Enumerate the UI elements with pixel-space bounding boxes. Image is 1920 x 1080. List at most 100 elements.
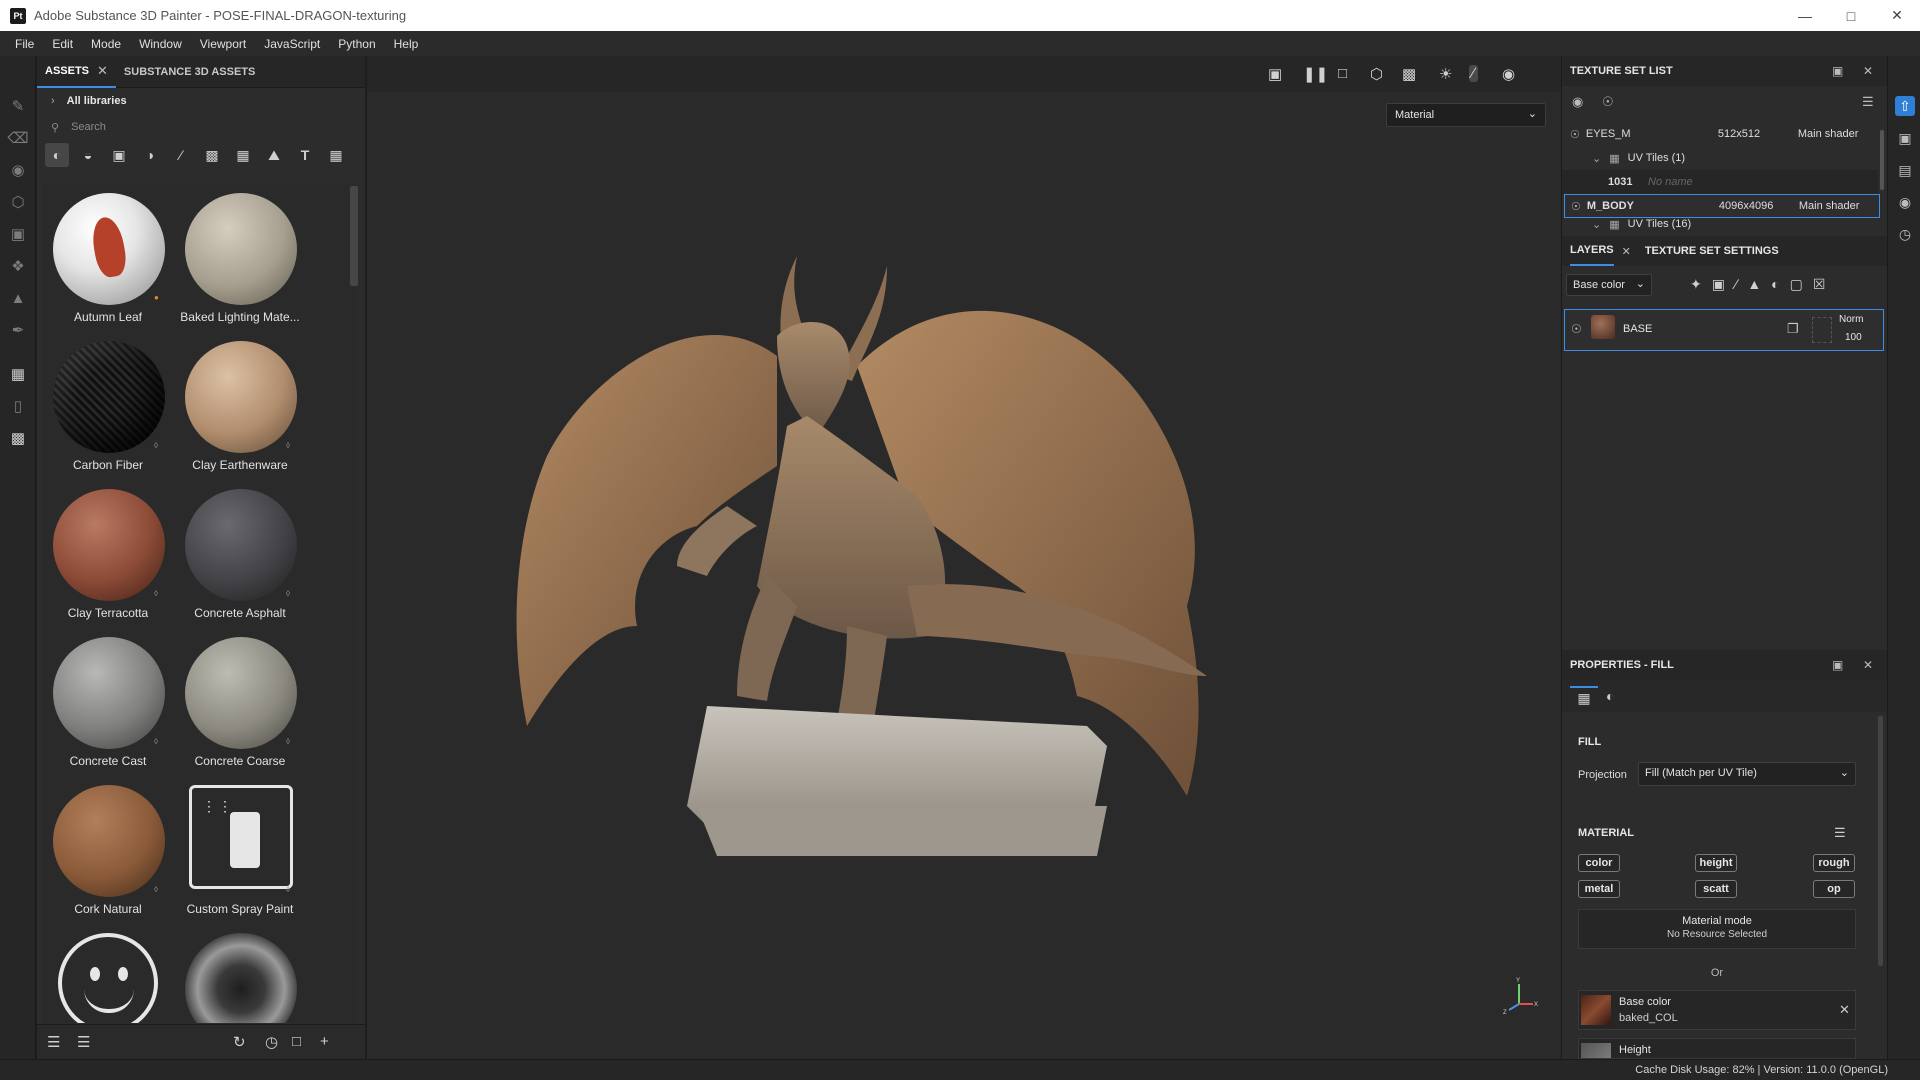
asset-clay-terracotta[interactable]: ◊ Clay Terracotta xyxy=(42,481,174,629)
asset-concrete-asphalt[interactable]: ◊ Concrete Asphalt xyxy=(174,481,306,629)
add-smart-mask-icon[interactable]: ◐ xyxy=(1771,276,1779,293)
ruler-icon[interactable]: ▯ xyxy=(8,396,28,416)
viewport-mode-select[interactable]: Material ⌄ xyxy=(1386,103,1546,127)
stamp-icon[interactable]: ▲ xyxy=(8,288,28,308)
asset-cork-natural[interactable]: ◊ Cork Natural xyxy=(42,777,174,925)
fill-properties-icon[interactable]: ▦ xyxy=(1570,686,1598,710)
uv-tiles-eyes[interactable]: ⌄ ▦ UV Tiles (1) xyxy=(1562,146,1878,170)
maximize-icon[interactable]: □ xyxy=(1828,0,1874,31)
menu-file[interactable]: File xyxy=(6,37,43,51)
masks-filter-icon[interactable]: ▣ xyxy=(107,143,131,167)
text-filter-icon[interactable]: T xyxy=(293,143,317,167)
asset-concrete-coarse[interactable]: ◊ Concrete Coarse xyxy=(174,629,306,777)
float-panel-icon[interactable]: ▣ xyxy=(1832,64,1843,78)
menu-edit[interactable]: Edit xyxy=(43,37,82,51)
pause-icon[interactable]: ❚❚ xyxy=(1303,65,1328,83)
clone-icon[interactable]: ❖ xyxy=(8,256,28,276)
material-menu-icon[interactable]: ☰ xyxy=(1834,825,1846,841)
height-slot[interactable]: Height xyxy=(1578,1038,1856,1059)
add-mask-icon[interactable]: ▣ xyxy=(1712,276,1725,293)
uv-tiles-body[interactable]: ⌄ ▦ UV Tiles (16) xyxy=(1562,218,1878,230)
menu-window[interactable]: Window xyxy=(130,37,191,51)
channel-color-button[interactable]: color xyxy=(1578,854,1620,872)
history-icon[interactable]: ◷ xyxy=(1895,224,1915,244)
refresh-icon[interactable]: ↻ xyxy=(233,1033,246,1051)
visibility-icon[interactable]: ☉ xyxy=(1570,128,1580,141)
float-panel-icon[interactable]: ▣ xyxy=(1832,658,1843,672)
menu-python[interactable]: Python xyxy=(329,37,384,51)
new-window-icon[interactable]: □ xyxy=(292,1033,301,1050)
uv-tile-row[interactable]: 1031 No name xyxy=(1562,170,1878,194)
delete-icon[interactable]: ☒ xyxy=(1813,276,1826,293)
smudge-icon[interactable]: ▣ xyxy=(8,224,28,244)
menu-mode[interactable]: Mode xyxy=(82,37,130,51)
layer-mask-icon[interactable]: ❐ xyxy=(1787,321,1799,337)
asset-studded-metal[interactable] xyxy=(174,925,306,1023)
hide-icon[interactable]: ▣ xyxy=(1268,65,1282,83)
bake-icon[interactable]: ▦ xyxy=(8,364,28,384)
channel-op-button[interactable]: op xyxy=(1813,880,1855,898)
add-paint-layer-icon[interactable]: ∕ xyxy=(1735,276,1737,293)
texture-set-body[interactable]: ☉ M_BODY 4096x4096 Main shader xyxy=(1564,194,1880,218)
tab-texture-set-settings[interactable]: TEXTURE SET SETTINGS xyxy=(1645,245,1779,257)
material-properties-icon[interactable]: ◐ xyxy=(1606,688,1614,704)
shader-settings-icon[interactable]: ▤ xyxy=(1895,160,1915,180)
base-color-slot[interactable]: Base color baked_COL ✕ xyxy=(1578,990,1856,1030)
menu-help[interactable]: Help xyxy=(385,37,428,51)
add-icon[interactable]: + xyxy=(320,1033,329,1050)
viewport[interactable]: ▣ ❚❚ □ ⬡ ▩ ☀ ∕ ◉ Material ⌄ Y X Z xyxy=(367,56,1561,1059)
channel-rough-button[interactable]: rough xyxy=(1813,854,1855,872)
grid-view-icon[interactable]: ▦ xyxy=(324,143,348,167)
layer-row-base[interactable]: ☉ BASE ❐ Norm 100 xyxy=(1564,309,1884,351)
materials-filter-icon[interactable]: ◐ xyxy=(45,143,69,167)
visibility-icon[interactable]: ☉ xyxy=(1571,322,1582,336)
texture-set-scrollbar[interactable] xyxy=(1880,130,1884,190)
screenshot-icon[interactable]: ◉ xyxy=(1502,65,1515,83)
texture-set-eyes[interactable]: ☉ EYES_M 512x512 Main shader xyxy=(1562,122,1878,146)
assets-scrollbar[interactable] xyxy=(350,186,358,286)
add-effect-icon[interactable]: ✦ xyxy=(1690,276,1702,293)
paint-brush-icon[interactable]: ✎ xyxy=(8,96,28,116)
material-mode-slot[interactable]: Material mode No Resource Selected xyxy=(1578,909,1856,949)
menu-javascript[interactable]: JavaScript xyxy=(255,37,329,51)
blend-mode[interactable]: Norm xyxy=(1839,314,1863,325)
particles-filter-icon[interactable]: ▩ xyxy=(200,143,224,167)
asset-concrete-cast[interactable]: ◊ Concrete Cast xyxy=(42,629,174,777)
asset-custom-spray-paint[interactable]: ⋮⋮ ◊ Custom Spray Paint xyxy=(174,777,306,925)
show-hide-icon[interactable]: ◉ xyxy=(1572,94,1583,110)
minimize-icon[interactable]: — xyxy=(1782,0,1828,31)
eye-icon[interactable]: ☉ xyxy=(1602,94,1614,110)
layer-opacity[interactable]: 100 xyxy=(1845,332,1862,343)
polygon-fill-icon[interactable]: ⬡ xyxy=(8,192,28,212)
light-icon[interactable]: ☀ xyxy=(1439,65,1452,83)
channel-select[interactable]: Base color ⌄ xyxy=(1566,274,1652,296)
projection-icon[interactable]: ◉ xyxy=(8,160,28,180)
sort-icon[interactable]: ☰ xyxy=(47,1033,60,1051)
tab-substance-3d-assets[interactable]: SUBSTANCE 3D ASSETS xyxy=(116,56,263,88)
brush-view-icon[interactable]: ∕ xyxy=(1469,65,1478,82)
close-window-icon[interactable]: ✕ xyxy=(1874,0,1920,31)
clear-slot-icon[interactable]: ✕ xyxy=(1839,1002,1850,1018)
export-icon[interactable]: ⇧ xyxy=(1895,96,1915,116)
render-icon[interactable]: ▩ xyxy=(8,428,28,448)
tab-layers[interactable]: LAYERS xyxy=(1570,236,1614,266)
visibility-icon[interactable]: ☉ xyxy=(1571,200,1581,213)
generators-filter-icon[interactable]: ◑ xyxy=(138,143,162,167)
asset-autumn-leaf[interactable]: ● Autumn Leaf xyxy=(42,185,174,333)
close-panel-icon[interactable]: ✕ xyxy=(1863,64,1873,78)
viewer-settings-icon[interactable]: ◉ xyxy=(1895,192,1915,212)
add-folder-icon[interactable]: ▢ xyxy=(1790,276,1803,293)
camera-icon[interactable]: ▩ xyxy=(1402,65,1416,83)
search-input[interactable]: ⚲ Search xyxy=(37,114,365,140)
eraser-icon[interactable]: ⌫ xyxy=(7,128,28,148)
menu-icon[interactable]: ☰ xyxy=(1862,94,1874,110)
close-tab-icon[interactable]: ✕ xyxy=(1622,245,1631,258)
asset-clay-earthenware[interactable]: ◊ Clay Earthenware xyxy=(174,333,306,481)
tab-assets[interactable]: ASSETS ✕ xyxy=(37,56,116,88)
library-selector[interactable]: › All libraries xyxy=(37,88,365,114)
textures-filter-icon[interactable]: ▦ xyxy=(231,143,255,167)
color-picker-icon[interactable]: ✒ xyxy=(8,320,28,340)
display-settings-icon[interactable]: ▣ xyxy=(1895,128,1915,148)
menu-viewport[interactable]: Viewport xyxy=(191,37,255,51)
cube-icon[interactable]: ⬡ xyxy=(1370,65,1383,83)
